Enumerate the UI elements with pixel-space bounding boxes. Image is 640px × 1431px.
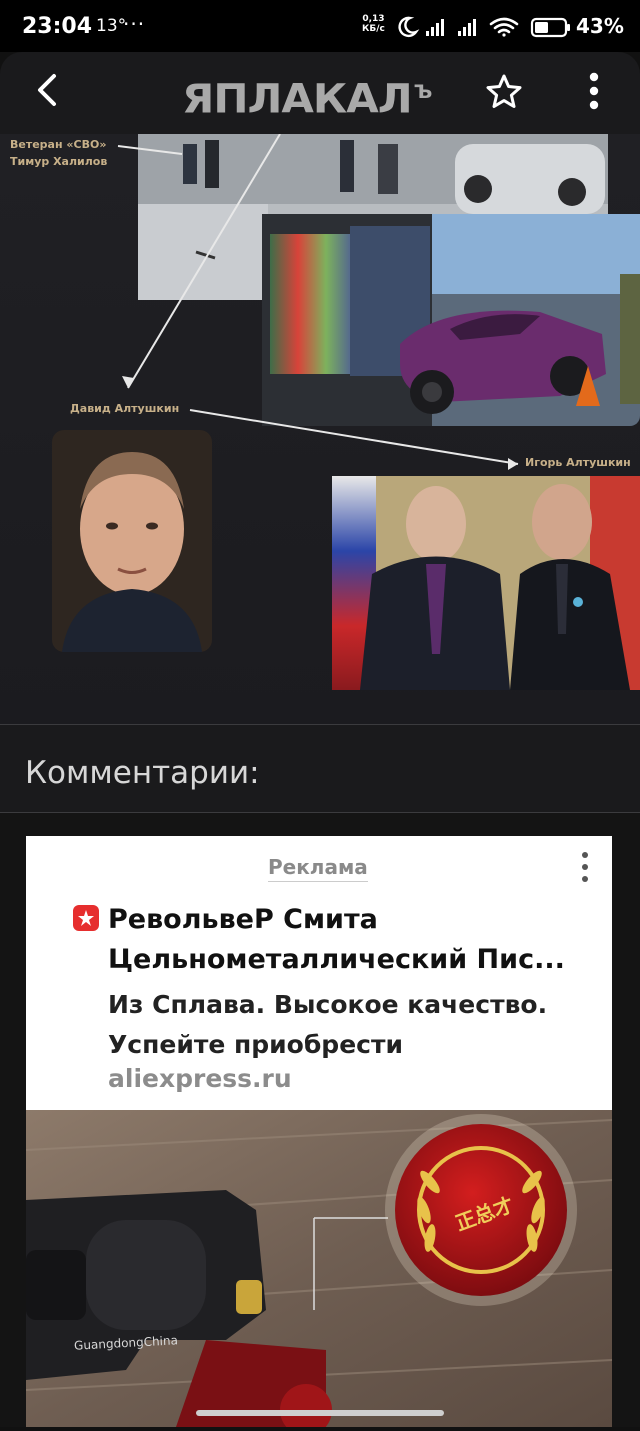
more-vertical-icon[interactable] — [584, 70, 604, 112]
net-speed-value: 0,13 — [362, 14, 385, 24]
ad-desc-line1: Из Сплава. Высокое качество. — [108, 990, 548, 1019]
logo-main: ЯПЛАКАЛ — [182, 75, 413, 122]
net-speed-unit: КБ/с — [362, 24, 385, 34]
ad-image[interactable]: GuangdongChina 正总才 — [25, 1110, 613, 1431]
article-image[interactable]: Ветеран «СВО» Тимур Халилов Давид Алтушк… — [0, 134, 640, 724]
caption-david: Давид Алтушкин — [70, 402, 180, 415]
status-temperature: 13° — [96, 16, 127, 36]
signal-2-icon — [458, 19, 476, 36]
crash-photo — [262, 214, 640, 426]
ad-desc-line2: Успейте приобрести — [108, 1030, 403, 1059]
battery-icon — [530, 17, 570, 38]
status-icons — [398, 16, 570, 38]
ad-menu-icon[interactable] — [578, 850, 592, 884]
moon-icon — [398, 16, 420, 38]
ad-description: Из Сплава. Высокое качество. Успейте при… — [108, 985, 608, 1065]
collage-illustration — [0, 134, 640, 724]
caption-igor: Игорь Алтушкин — [525, 456, 631, 469]
status-overflow: ··· — [123, 12, 146, 36]
ad-image-illustration — [25, 1110, 613, 1431]
status-bar: 23:04 13° ··· 0,13 КБ/с 43% — [0, 0, 640, 52]
photo-meeting — [332, 476, 640, 690]
ad-title[interactable]: РевольвеР Смита Цельнометаллический Пис.… — [108, 900, 608, 980]
logo-suffix: Ъ — [413, 79, 433, 103]
ad-title-line1: РевольвеР Смита — [108, 904, 378, 935]
star-icon[interactable] — [484, 72, 524, 112]
status-time: 23:04 — [22, 14, 93, 39]
battery-percent: 43% — [576, 14, 624, 38]
portrait-david — [52, 430, 212, 652]
caption-veteran-line2: Тимур Халилов — [10, 155, 108, 168]
ad-label: Реклама — [268, 855, 368, 882]
ad-domain[interactable]: aliexpress.ru — [108, 1064, 292, 1093]
status-net-speed: 0,13 КБ/с — [362, 14, 385, 34]
caption-veteran-line1: Ветеран «СВО» — [10, 138, 107, 151]
site-logo[interactable]: ЯПЛАКАЛ Ъ — [182, 75, 433, 122]
ad-brand-icon — [73, 905, 99, 931]
back-icon[interactable] — [30, 70, 64, 110]
home-indicator[interactable] — [196, 1410, 444, 1416]
ad-title-line2: Цельнометаллический Пис... — [108, 944, 565, 975]
signal-1-icon — [426, 19, 444, 36]
comments-title: Комментарии: — [25, 755, 260, 791]
caption-veteran: Ветеран «СВО» Тимур Халилов — [10, 136, 107, 170]
wifi-icon — [489, 17, 519, 37]
